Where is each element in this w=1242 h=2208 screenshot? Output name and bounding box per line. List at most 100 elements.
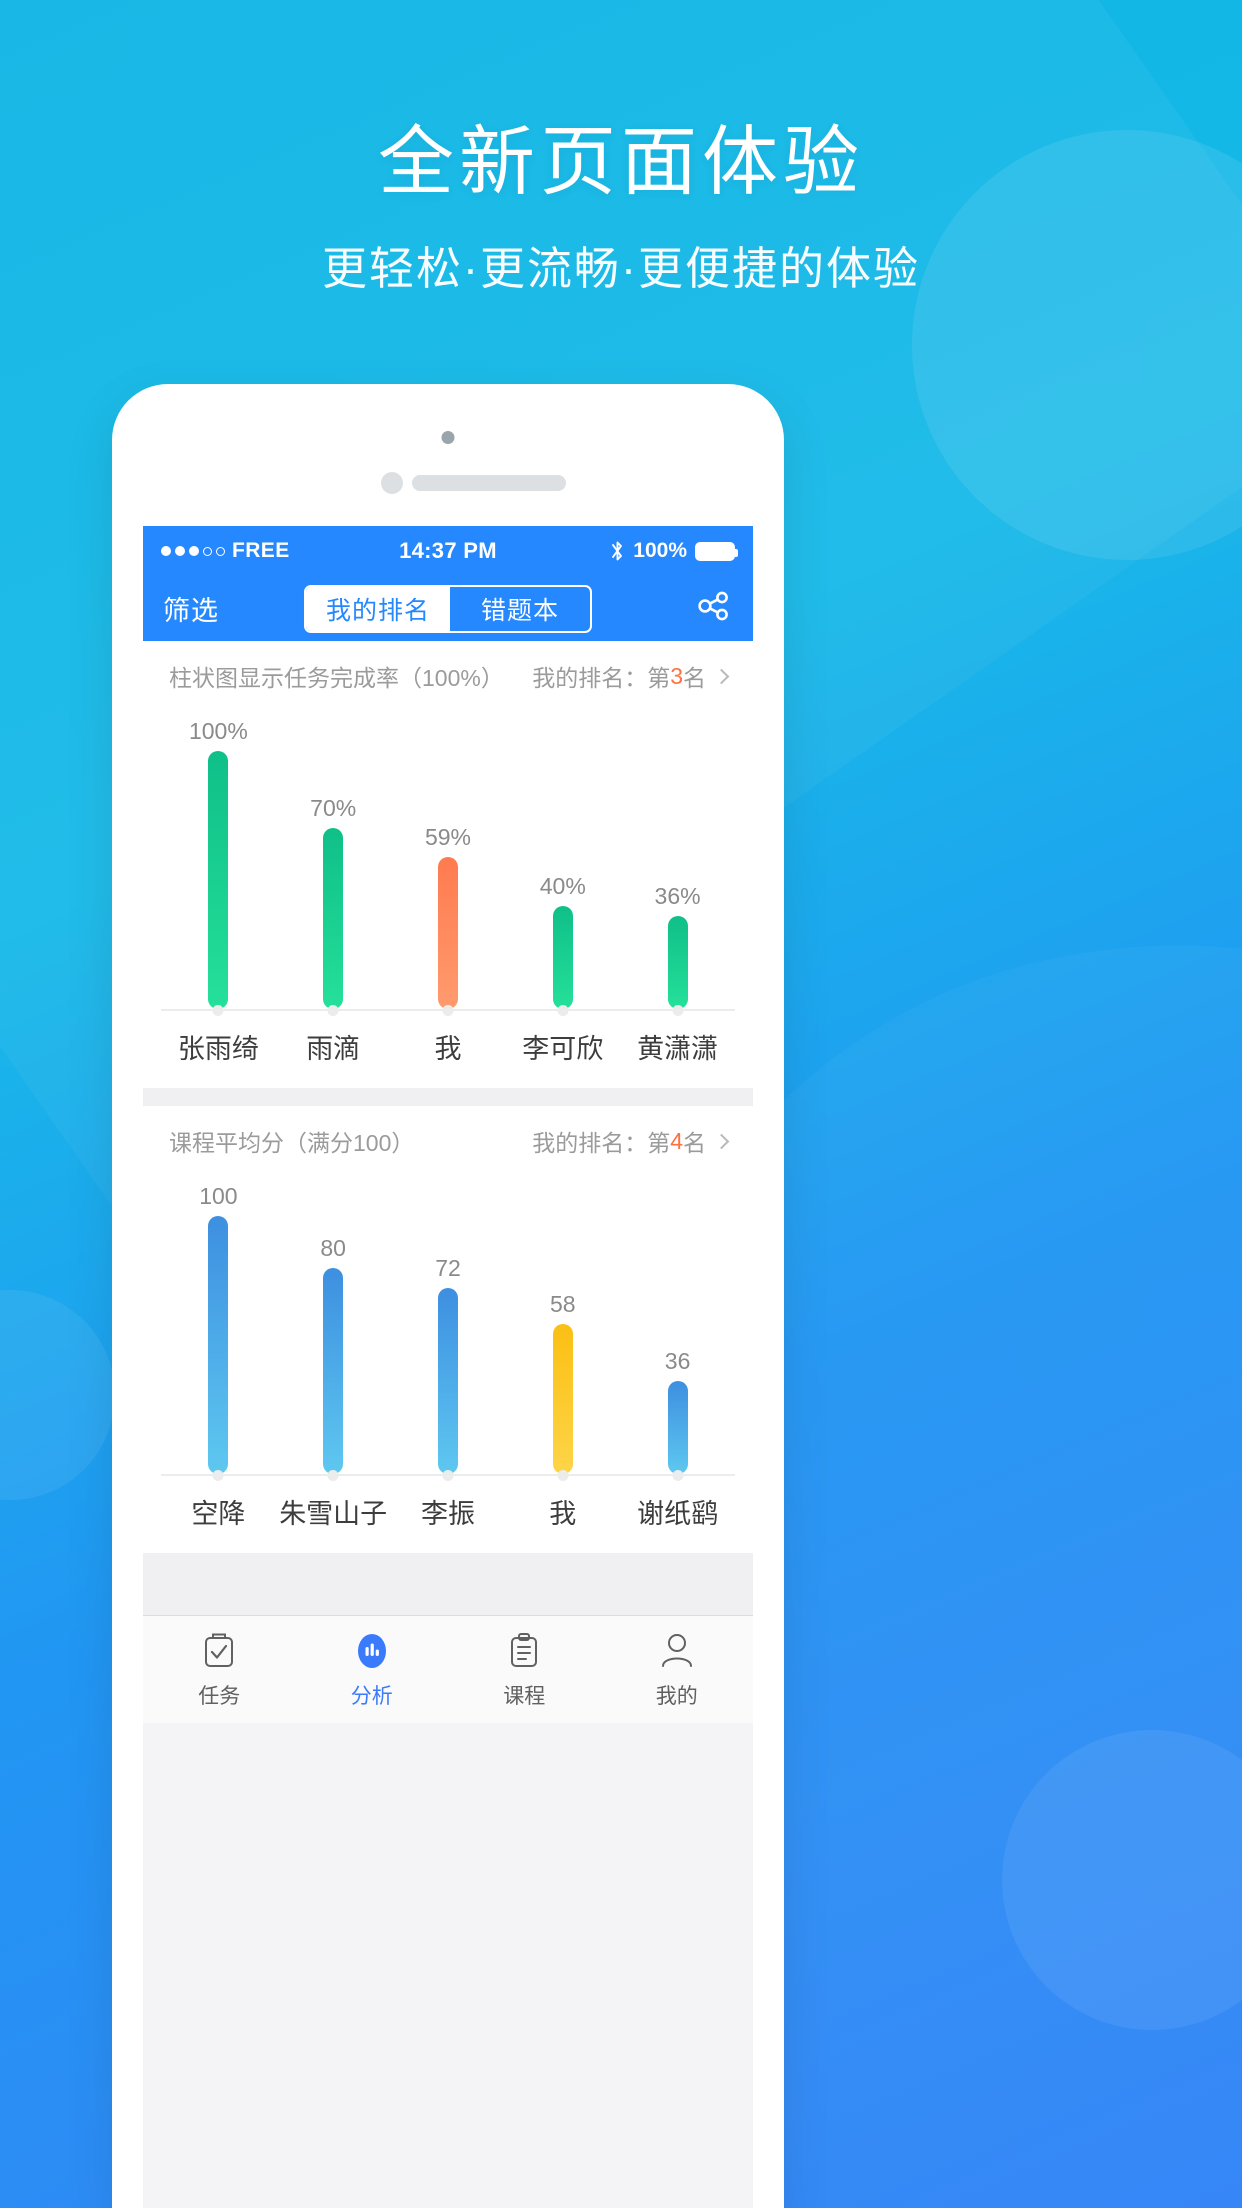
- clipboard-check-icon: [198, 1629, 240, 1673]
- bar-value-label: 36: [664, 1348, 691, 1374]
- chart-title: 课程平均分（满分100）: [169, 1130, 415, 1156]
- tab-tasks[interactable]: 任务: [143, 1616, 296, 1723]
- chevron-right-icon: [713, 1133, 730, 1149]
- bar: [667, 1381, 688, 1474]
- share-button[interactable]: [695, 587, 733, 630]
- chart-title: 柱状图显示任务完成率（100%）: [169, 665, 504, 691]
- axis-tick-dot: [212, 1470, 224, 1481]
- my-rank-link[interactable]: 我的排名：第 3 名: [532, 659, 730, 693]
- rank-prefix: 我的排名：第: [532, 1130, 671, 1156]
- axis-tick-dot: [327, 1005, 339, 1016]
- bluetooth-icon: [610, 540, 625, 562]
- camera-icon: [441, 431, 455, 444]
- bar-value-label: 40%: [539, 873, 586, 899]
- segmented-control[interactable]: 我的排名 错题本: [303, 584, 593, 633]
- speaker-grille: [412, 475, 566, 491]
- bar: [323, 828, 344, 1009]
- axis-tick-dot: [557, 1005, 569, 1016]
- section-divider: [143, 1088, 753, 1106]
- category-label: 李振: [420, 1499, 475, 1529]
- chart-category-labels: 空降 朱雪山子 李振 我 谢纸鹞: [161, 1476, 735, 1553]
- bar-column: 40%: [508, 711, 618, 1016]
- bar-value-label: 59%: [424, 824, 471, 850]
- category-label: 张雨绮: [177, 1034, 259, 1064]
- bar: [437, 1288, 458, 1474]
- bar-column: 58: [508, 1176, 618, 1481]
- bar-chart-completion: 100% 70% 59% 40% 36% 张雨绮 雨滴 我 李可欣 黄潇潇: [143, 711, 753, 1088]
- tab-label: 分析: [350, 1685, 393, 1708]
- category-label: 黄潇潇: [637, 1034, 719, 1064]
- rank-number: 3: [670, 662, 683, 689]
- bar: [552, 906, 573, 1009]
- promo-background: 全新页面体验 更轻松·更流畅·更便捷的体验 FREE 14:37 PM 100%…: [0, 0, 1242, 2208]
- decor-circle-bottom-right: [1002, 1730, 1242, 2030]
- promo-subtitle: 更轻松·更流畅·更便捷的体验: [322, 243, 920, 294]
- tab-analysis[interactable]: 分析: [296, 1616, 449, 1723]
- rank-number: 4: [670, 1127, 683, 1154]
- status-bar-right: 100%: [610, 539, 738, 563]
- bar: [208, 751, 229, 1009]
- category-label: 朱雪山子: [279, 1499, 388, 1529]
- nav-bar: 筛选 我的排名 错题本: [143, 576, 753, 641]
- bar-column: 72: [393, 1176, 503, 1481]
- axis-tick-dot: [327, 1470, 339, 1481]
- rank-suffix: 名: [683, 665, 706, 691]
- chevron-right-icon: [713, 668, 730, 684]
- category-label: 我: [549, 1499, 577, 1529]
- status-bar: FREE 14:37 PM 100%: [143, 526, 753, 576]
- user-icon: [656, 1629, 698, 1673]
- app-screen: FREE 14:37 PM 100% 筛选 我的排名 错题本 柱状图显示任务完成…: [143, 526, 753, 2208]
- bar-column: 36%: [623, 711, 733, 1016]
- tab-wrong-questions[interactable]: 错题本: [450, 587, 590, 631]
- bar-value-label: 70%: [310, 795, 357, 821]
- sensor-icon: [381, 472, 403, 494]
- filter-button[interactable]: 筛选: [163, 589, 219, 628]
- chart-card-completion: 柱状图显示任务完成率（100%） 我的排名：第 3 名 100% 70% 59% 40% 3…: [143, 641, 753, 1088]
- axis-tick-dot: [672, 1005, 684, 1016]
- bar-value-label: 58: [549, 1291, 576, 1317]
- chart-plot-area: 100% 70% 59% 40% 36%: [161, 711, 735, 1016]
- tab-label: 我的: [655, 1685, 698, 1708]
- axis-tick-dot: [672, 1470, 684, 1481]
- clipboard-list-icon: [503, 1629, 545, 1673]
- rank-suffix: 名: [683, 1130, 706, 1156]
- chart-card-header: 课程平均分（满分100） 我的排名：第 4 名: [143, 1106, 753, 1176]
- tab-label: 课程: [503, 1685, 546, 1708]
- decor-circle-bottom-left: [0, 1290, 115, 1500]
- axis-tick-dot: [442, 1470, 454, 1481]
- rank-prefix: 我的排名：第: [532, 665, 671, 691]
- bar-chart-icon: [351, 1629, 393, 1673]
- axis-tick-dot: [557, 1470, 569, 1481]
- bar: [667, 916, 688, 1009]
- my-rank-link[interactable]: 我的排名：第 4 名: [532, 1124, 730, 1158]
- chart-card-header: 柱状图显示任务完成率（100%） 我的排名：第 3 名: [143, 641, 753, 711]
- bar-value-label: 100%: [188, 718, 248, 744]
- phone-mockup: FREE 14:37 PM 100% 筛选 我的排名 错题本 柱状图显示任务完成…: [112, 384, 784, 2208]
- bar-value-label: 72: [435, 1255, 461, 1281]
- category-label: 李可欣: [522, 1034, 604, 1064]
- promo-title: 全新页面体验: [378, 120, 864, 205]
- chart-card-average: 课程平均分（满分100） 我的排名：第 4 名 100 80 72 58 36 空降 朱雪山子…: [143, 1106, 753, 1553]
- bar-column: 59%: [393, 711, 503, 1016]
- bar: [552, 1324, 573, 1474]
- tab-profile[interactable]: 我的: [601, 1616, 754, 1723]
- bar-column: 100: [163, 1176, 273, 1481]
- section-divider: [143, 1553, 753, 1615]
- bar: [437, 857, 458, 1009]
- bar-value-label: 36%: [654, 883, 701, 909]
- battery-percent-label: 100%: [633, 539, 687, 562]
- bottom-tab-bar: 任务 分析 课程 我的: [143, 1615, 753, 1723]
- chart-category-labels: 张雨绮 雨滴 我 李可欣 黄潇潇: [161, 1011, 735, 1088]
- chart-plot-area: 100 80 72 58 36: [161, 1176, 735, 1481]
- axis-tick-dot: [442, 1005, 454, 1016]
- bar-column: 70%: [278, 711, 388, 1016]
- axis-tick-dot: [212, 1005, 224, 1016]
- tab-courses[interactable]: 课程: [448, 1616, 601, 1723]
- bar: [208, 1216, 229, 1474]
- bar-column: 36: [623, 1176, 733, 1481]
- bar: [323, 1268, 344, 1474]
- bar-column: 100%: [163, 711, 273, 1016]
- share-icon: [695, 587, 733, 630]
- tab-my-ranking[interactable]: 我的排名: [305, 586, 451, 631]
- bar-chart-average: 100 80 72 58 36 空降 朱雪山子 李振 我 谢纸鹞: [143, 1176, 753, 1553]
